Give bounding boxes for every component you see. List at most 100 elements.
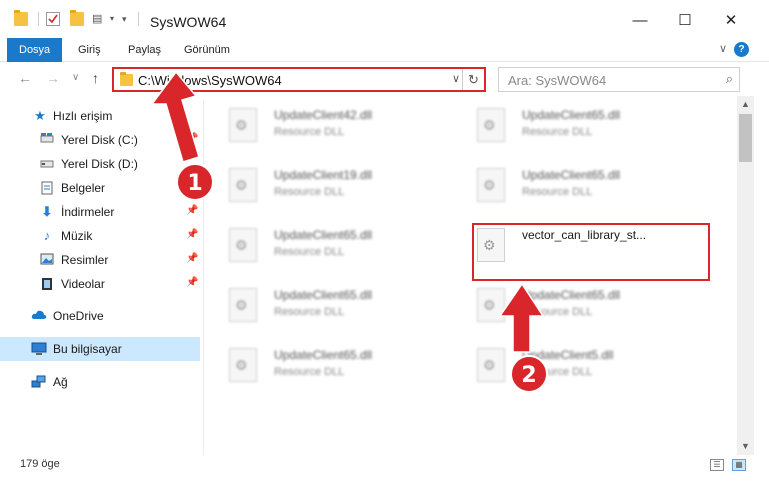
file-name: UpdateClient65.dll: [522, 288, 621, 302]
title-separator: [138, 12, 139, 26]
address-path[interactable]: C:\Windows\SysWOW64: [138, 73, 282, 88]
documents-icon: [40, 181, 54, 195]
file-name: UpdateClient65.dll: [274, 288, 373, 302]
file-type: Resource DLL: [274, 186, 345, 198]
pane-divider[interactable]: [203, 100, 204, 455]
sidebar-item-label: Belgeler: [61, 181, 106, 195]
new-folder-icon[interactable]: [70, 10, 84, 26]
sidebar-item-this-pc[interactable]: Bu bilgisayar: [0, 337, 200, 361]
recent-locations-icon[interactable]: ∨: [72, 72, 79, 83]
qat-customize-icon[interactable]: ▾: [122, 12, 136, 26]
pin-icon[interactable]: 📌: [186, 229, 198, 240]
pin-icon[interactable]: 📌: [186, 277, 198, 288]
dll-file-icon: [477, 168, 505, 202]
minimize-button[interactable]: —: [617, 6, 663, 36]
sidebar-item-drive-d[interactable]: Yerel Disk (D:): [0, 152, 200, 176]
search-input[interactable]: Ara: SysWOW64: [508, 73, 606, 88]
drive-d-icon: [40, 157, 54, 171]
window-title: SysWOW64: [150, 14, 227, 30]
forward-arrow-icon[interactable]: →: [46, 70, 60, 86]
network-icon: [31, 375, 46, 389]
tab-gorunum[interactable]: Görünüm: [172, 38, 242, 62]
file-tile[interactable]: UpdateClient65.dll Resource DLL: [215, 340, 455, 390]
sidebar-item-videos[interactable]: Videolar 📌: [0, 272, 200, 296]
videos-icon: [40, 277, 54, 291]
sidebar-item-music[interactable]: ♪ Müzik 📌: [0, 224, 200, 248]
pin-icon[interactable]: 📌: [186, 205, 198, 216]
drive-c-icon: [40, 133, 54, 147]
close-button[interactable]: ✕: [708, 6, 754, 36]
sidebar-item-documents[interactable]: Belgeler: [0, 176, 200, 200]
sidebar-item-label: Müzik: [61, 229, 93, 243]
toolbar-separator: [38, 12, 39, 26]
address-dropdown-icon[interactable]: ∨: [452, 72, 460, 85]
file-type: Resource DLL: [274, 246, 345, 258]
file-tile[interactable]: UpdateClient5.dll Resource DLL: [463, 340, 703, 390]
dll-file-icon: [477, 288, 505, 322]
back-arrow-icon[interactable]: ←: [18, 70, 32, 86]
pin-icon[interactable]: 📌: [186, 253, 198, 264]
search-box[interactable]: Ara: SysWOW64 ⌕: [498, 67, 740, 92]
sidebar-item-label: İndirmeler: [61, 205, 115, 219]
sidebar-item-drive-c[interactable]: Yerel Disk (C:) 📌: [0, 128, 200, 152]
up-arrow-icon[interactable]: ↑: [92, 70, 99, 86]
music-icon: ♪: [43, 228, 51, 243]
tab-dosya[interactable]: Dosya: [7, 38, 63, 62]
file-name: UpdateClient19.dll: [274, 168, 373, 182]
scroll-up-icon[interactable]: ▲: [737, 96, 754, 113]
sidebar-item-pictures[interactable]: Resimler 📌: [0, 248, 200, 272]
refresh-icon[interactable]: ↻: [462, 69, 484, 90]
dll-file-icon: [229, 288, 257, 322]
file-type: Resource DLL: [274, 126, 345, 138]
file-tile[interactable]: UpdateClient19.dll Resource DLL: [215, 160, 455, 210]
file-tile[interactable]: UpdateClient65.dll Resource DLL: [463, 100, 703, 150]
search-icon[interactable]: ⌕: [726, 71, 733, 87]
navigation-pane: ★ Hızlı erişim Yerel Disk (C:) 📌 Yerel D…: [0, 100, 203, 455]
file-tile[interactable]: UpdateClient65.dll Resource DLL: [215, 280, 455, 330]
sidebar-item-label: Ağ: [53, 375, 68, 389]
help-icon[interactable]: ?: [734, 42, 749, 57]
file-type: Resource DLL: [522, 126, 593, 138]
status-bar: 179 öge ☰ ▦: [0, 455, 769, 477]
sidebar-item-label: Yerel Disk (C:): [61, 133, 138, 147]
dll-file-icon: [229, 168, 257, 202]
sidebar-item-onedrive[interactable]: OneDrive: [0, 304, 200, 328]
ribbon: Dosya Giriş Paylaş Görünüm ∨ ?: [0, 38, 769, 62]
file-name: UpdateClient65.dll: [274, 348, 373, 362]
sidebar-item-network[interactable]: Ağ: [0, 370, 200, 394]
vertical-scrollbar[interactable]: ▲ ▼: [737, 96, 754, 455]
folder-icon: [14, 10, 28, 26]
file-tile[interactable]: UpdateClient65.dll Resource DLL: [463, 280, 703, 330]
item-count: 179 öge: [20, 458, 60, 470]
ribbon-expand-icon[interactable]: ∨: [719, 42, 727, 55]
address-folder-icon: [120, 72, 133, 86]
computer-icon: [31, 342, 47, 356]
sidebar-item-label: Yerel Disk (D:): [61, 157, 138, 171]
properties-icon[interactable]: [46, 12, 60, 26]
callout-2: 2: [510, 355, 548, 393]
callout-1: 1: [176, 163, 214, 201]
sidebar-item-label: Videolar: [61, 277, 105, 291]
details-view-icon[interactable]: ☰: [710, 459, 724, 471]
address-bar[interactable]: C:\Windows\SysWOW64 ∨ ↻: [112, 67, 486, 92]
dll-file-icon: [229, 108, 257, 142]
dll-file-icon: [477, 108, 505, 142]
scroll-thumb[interactable]: [739, 114, 752, 162]
tab-paylas[interactable]: Paylaş: [116, 38, 173, 62]
tiles-view-icon[interactable]: ▦: [732, 459, 746, 471]
sidebar-item-quick-access[interactable]: ★ Hızlı erişim: [0, 104, 200, 128]
file-name: UpdateClient65.dll: [522, 168, 621, 182]
pin-icon[interactable]: 📌: [186, 133, 198, 144]
customize-icon[interactable]: ▤: [92, 12, 106, 26]
tab-giris[interactable]: Giriş: [66, 38, 113, 62]
file-tile[interactable]: UpdateClient65.dll Resource DLL: [463, 160, 703, 210]
sidebar-item-downloads[interactable]: ⬇ İndirmeler 📌: [0, 200, 200, 224]
file-type: Resource DLL: [274, 306, 345, 318]
file-tile[interactable]: UpdateClient42.dll Resource DLL: [215, 100, 455, 150]
maximize-button[interactable]: ☐: [662, 6, 708, 36]
file-name: UpdateClient65.dll: [274, 228, 373, 242]
dll-file-icon: [477, 348, 505, 382]
scroll-down-icon[interactable]: ▼: [737, 438, 754, 455]
sidebar-item-label: Hızlı erişim: [53, 109, 113, 123]
file-tile[interactable]: UpdateClient65.dll Resource DLL: [215, 220, 455, 270]
